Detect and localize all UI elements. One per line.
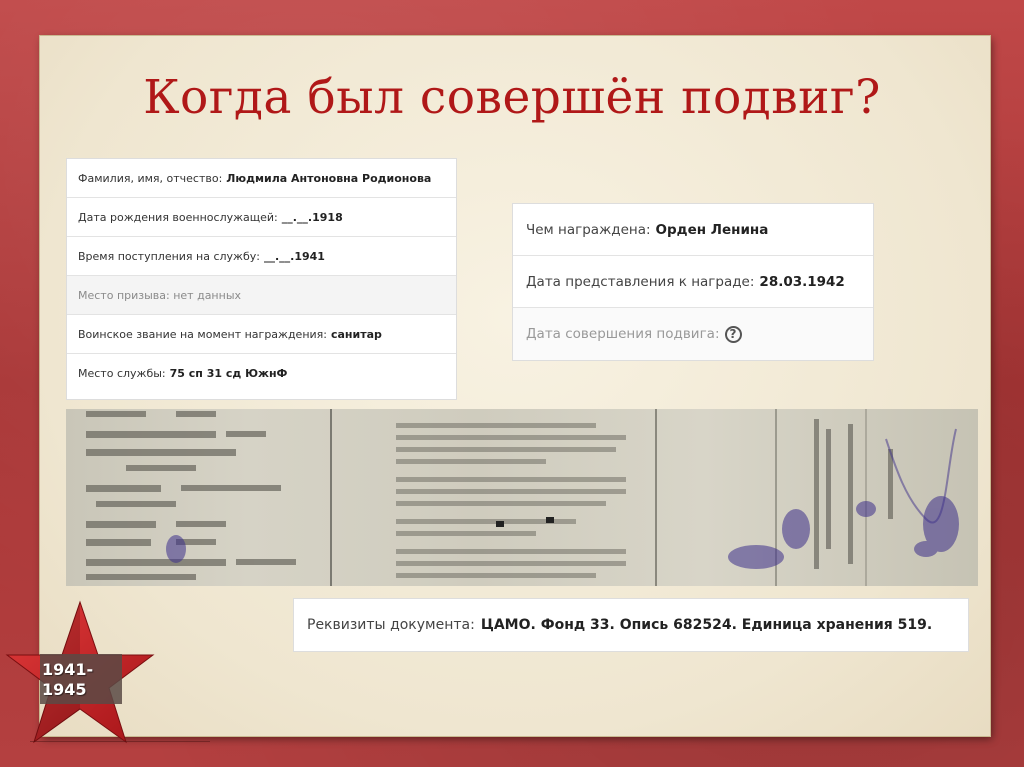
person-row-value: __.__.1918 — [281, 210, 343, 224]
person-row-value: санитар — [330, 327, 382, 341]
award-row-name: Чем награждена: Орден Ленина — [513, 204, 873, 256]
document-label: Реквизиты документа: — [307, 617, 475, 633]
award-info-panel: Чем награждена: Орден Ленина Дата предст… — [512, 203, 874, 361]
person-row-label: Время поступления на службу: — [78, 249, 260, 263]
person-row-service-start: Время поступления на службу: __.__.1941 — [67, 237, 456, 276]
award-label: Чем награждена: — [526, 221, 651, 238]
document-requisites-panel: Реквизиты документа: ЦАМО. Фонд 33. Опис… — [293, 598, 969, 652]
person-row-draft-place: Место призыва: нет данных — [67, 276, 456, 315]
person-row-value: __.__.1941 — [263, 249, 325, 263]
person-row-label: Место службы: — [78, 367, 166, 380]
person-row-label: Воинское звание на момент награждения: — [78, 327, 327, 341]
person-row-rank: Воинское звание на момент награждения: с… — [67, 315, 456, 354]
award-value: Орден Ленина — [655, 221, 769, 238]
person-row-label: Дата рождения военнослужащей: — [78, 210, 278, 224]
person-row-unit: Место службы: 75 сп 31 сд ЮжнФ — [67, 354, 456, 393]
footer-divider — [30, 741, 210, 742]
person-row-label: Место призыва: нет данных — [78, 288, 242, 302]
feat-date-label: Дата совершения подвига: — [526, 326, 720, 342]
question-circle-icon[interactable]: ? — [724, 325, 742, 343]
award-row-feat-date: Дата совершения подвига: ? — [513, 308, 873, 360]
document-value: ЦАМО. Фонд 33. Опись 682524. Единица хра… — [480, 617, 933, 633]
badge-year-start: 1941- — [42, 660, 94, 679]
person-row-value: 75 сп 31 сд ЮжнФ — [169, 367, 288, 380]
award-date-label: Дата представления к награде: — [526, 273, 755, 290]
badge-years: 1941- 1945 — [42, 660, 102, 700]
slide-title: Когда был совершён подвиг? — [143, 70, 881, 125]
person-row-name: Фамилия, имя, отчество: Людмила Антоновн… — [67, 159, 456, 198]
award-date-value: 28.03.1942 — [759, 273, 845, 290]
award-row-date: Дата представления к награде: 28.03.1942 — [513, 256, 873, 308]
person-row-label: Фамилия, имя, отчество: — [78, 171, 223, 185]
person-row-birthdate: Дата рождения военнослужащей: __.__.1918 — [67, 198, 456, 237]
person-info-panel: Фамилия, имя, отчество: Людмила Антоновн… — [66, 158, 457, 400]
archive-document-scan — [66, 409, 978, 586]
badge-year-end: 1945 — [42, 680, 87, 699]
person-row-value: Людмила Антоновна Родионова — [226, 171, 432, 185]
